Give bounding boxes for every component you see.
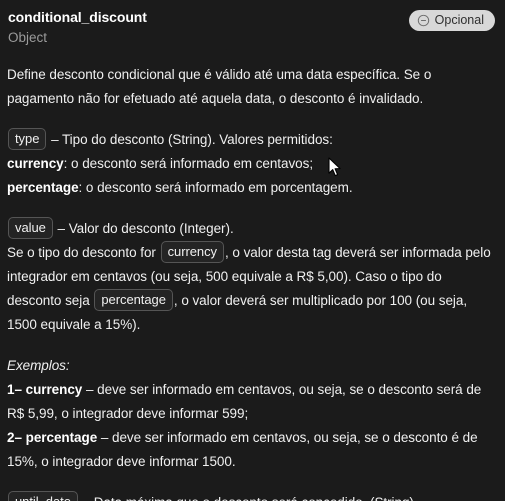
property-description-body: Define desconto condicional que é válido… [7,63,497,501]
until-date-text: – Data máxima que o desconto será conced… [79,495,418,501]
examples-heading: Exemplos: [7,358,70,373]
type-option-percentage-desc: : o desconto será informado em porcentag… [78,180,353,195]
examples-paragraph: Exemplos: 1– currency – deve ser informad… [7,354,497,474]
documentation-panel: conditional_discount Object Opcional Def… [0,0,505,501]
code-tag-percentage: percentage [94,289,173,311]
property-type-label: Object [8,30,48,45]
example-1-name: currency [25,382,83,397]
type-option-percentage-name: percentage [7,180,79,195]
example-2-prefix: 2– [7,430,26,445]
value-field-intro: – Valor do desconto (Integer). [53,221,234,236]
example-1-prefix: 1– [7,382,26,397]
code-tag-currency: currency [160,241,225,263]
until-date-paragraph: until_date – Data máxima que o desconto … [7,491,497,501]
description-line-2: não for efetuado até aquela data, o desc… [77,91,424,106]
value-field-paragraph: value – Valor do desconto (Integer). Se o… [7,217,497,337]
code-tag-type: type [8,128,47,150]
status-badge-label: Opcional [434,13,484,27]
type-option-currency-desc: : o desconto será informado em centavos; [63,156,314,171]
property-header: conditional_discount Object Opcional [7,7,497,48]
status-badge: Opcional [408,10,495,31]
page-title: conditional_discount [8,9,147,25]
type-field-intro: – Tipo do desconto (String). Valores per… [47,132,333,147]
circle-minus-icon [417,14,430,27]
description-paragraph: Define desconto condicional que é válido… [7,63,497,111]
code-tag-value: value [8,217,53,239]
type-option-currency-name: currency [7,156,64,171]
property-header-text: conditional_discount Object [8,8,147,48]
value-text-a: Se o tipo do desconto for [7,245,160,260]
type-field-paragraph: type – Tipo do desconto (String). Valore… [7,128,497,200]
example-2-name: percentage [25,430,98,445]
code-tag-until-date: until_date [8,491,78,501]
